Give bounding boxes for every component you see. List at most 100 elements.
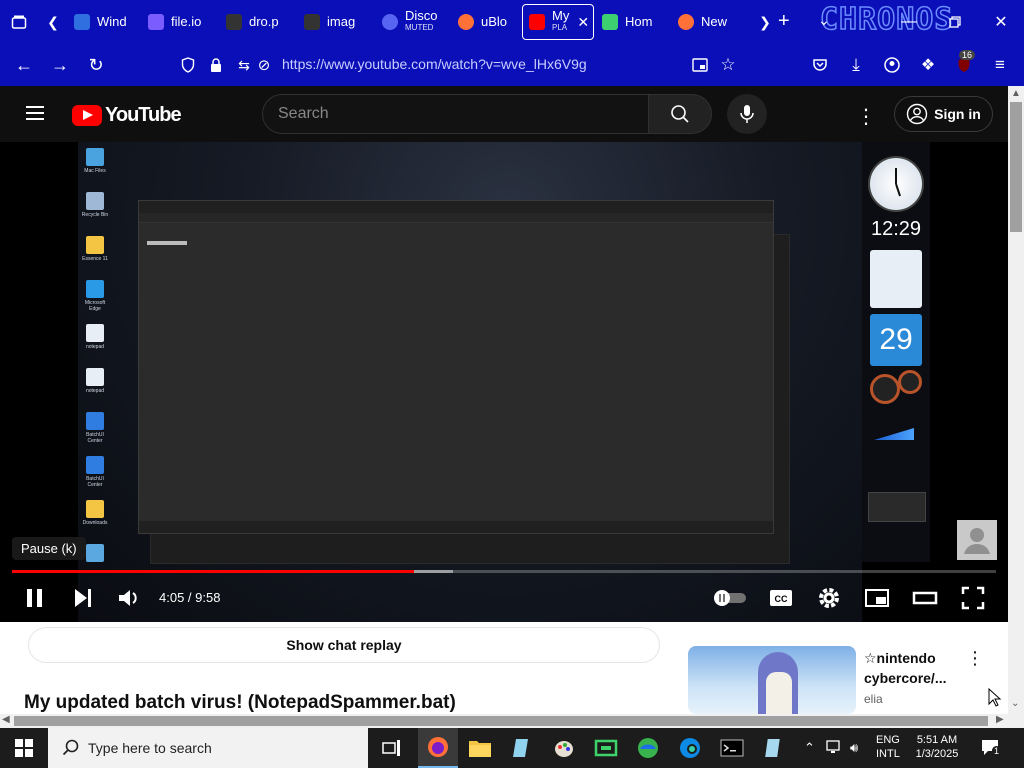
volume-tray-icon[interactable]: 🔊︎: [850, 740, 858, 756]
autoplay-blocked-icon[interactable]: ⊘: [254, 44, 274, 86]
minimize-button[interactable]: —: [886, 0, 932, 44]
microphone-icon: [740, 105, 754, 123]
youtube-logo[interactable]: YouTube: [72, 104, 182, 127]
xbox-game-bar-icon[interactable]: [586, 728, 626, 768]
recommended-channel[interactable]: elia: [864, 692, 883, 706]
scroll-tabs-right-icon[interactable]: ❯: [750, 0, 780, 44]
theater-mode-button[interactable]: [912, 582, 938, 614]
permissions-icon[interactable]: ⇆: [234, 44, 254, 86]
search-input[interactable]: Search: [262, 94, 650, 134]
tab-2[interactable]: file.io: [142, 4, 218, 40]
show-chat-replay-button[interactable]: Show chat replay: [28, 627, 660, 663]
language-indicator[interactable]: ENG INTL: [876, 733, 900, 761]
horizontal-scrollbar[interactable]: ◀ ▶: [0, 714, 1008, 728]
close-window-button[interactable]: ✕: [978, 0, 1024, 44]
file-explorer-icon[interactable]: [460, 728, 500, 768]
scroll-left-icon[interactable]: ◀: [2, 714, 10, 725]
show-hidden-icons-icon[interactable]: ⌃: [804, 740, 815, 756]
fullscreen-button[interactable]: [960, 582, 986, 614]
edge-icon[interactable]: [670, 728, 710, 768]
start-button[interactable]: [4, 728, 44, 768]
notepad-taskbar-icon-2[interactable]: [754, 728, 794, 768]
scroll-down-icon[interactable]: ⌄: [1011, 698, 1019, 709]
autoplay-toggle[interactable]: [712, 582, 748, 614]
captions-button[interactable]: CC: [768, 582, 794, 614]
pause-button[interactable]: [22, 582, 48, 614]
recommended-more-icon[interactable]: ⋮: [966, 648, 984, 669]
desktop-icon: Essence 11: [80, 236, 110, 262]
autoplay-toggle-icon: [714, 590, 746, 606]
progress-bar[interactable]: [12, 570, 996, 573]
svg-text:CC: CC: [775, 594, 788, 604]
recommended-thumbnail[interactable]: [688, 646, 856, 714]
account-icon[interactable]: [880, 44, 904, 86]
picture-in-picture-icon[interactable]: [690, 44, 710, 86]
video-frame-desktop: Mac Files Recycle Bin Essence 11 Microsoft …: [78, 142, 862, 622]
shield-icon[interactable]: [178, 44, 198, 86]
notifications-button[interactable]: 1: [980, 738, 1002, 761]
tab-title-block: dro.p: [249, 15, 279, 28]
notepad-taskbar-icon[interactable]: [502, 728, 542, 768]
tab-5[interactable]: Disco MUTED: [376, 4, 450, 40]
close-tab-icon[interactable]: ✕: [577, 14, 589, 31]
reload-button[interactable]: ↻: [80, 44, 112, 86]
tab-title-block: imag: [327, 15, 355, 28]
video-frame-gadgets: 12:29 29: [862, 142, 930, 562]
tab-4[interactable]: imag: [298, 4, 374, 40]
desktop-icon-glyph: [86, 148, 104, 166]
watch-page: Show chat replay My updated batch virus!…: [0, 622, 1008, 714]
scroll-right-icon[interactable]: ▶: [996, 714, 1004, 725]
forward-button[interactable]: →: [44, 44, 76, 86]
tab-1[interactable]: Wind: [68, 4, 140, 40]
tab-8[interactable]: Hom: [596, 4, 670, 40]
file-io-icon: [148, 14, 164, 30]
guide-menu-icon[interactable]: [24, 102, 48, 126]
vertical-scroll-thumb[interactable]: [1010, 102, 1022, 232]
edge-dev-icon[interactable]: [628, 728, 668, 768]
settings-button[interactable]: [816, 582, 842, 614]
tab-7[interactable]: My PLA ✕: [522, 4, 594, 40]
horizontal-scroll-thumb[interactable]: [14, 716, 988, 726]
extensions-puzzle-icon[interactable]: ❖: [916, 44, 940, 86]
taskbar-search-box[interactable]: Type here to search: [48, 728, 368, 768]
firefox-taskbar-icon[interactable]: [418, 728, 458, 768]
task-view-icon[interactable]: [372, 728, 412, 768]
gadget-clock-icon: [868, 156, 924, 212]
voice-search-button[interactable]: [727, 94, 767, 134]
scroll-tabs-left-icon[interactable]: ❮: [38, 0, 68, 44]
lock-icon[interactable]: [206, 44, 226, 86]
paint-taskbar-icon[interactable]: [544, 728, 584, 768]
desktop-icon-glyph: [86, 456, 104, 474]
recommended-title[interactable]: ☆nintendo cybercore/...: [864, 648, 974, 688]
video-player[interactable]: Mac Files Recycle Bin Essence 11 Microsoft …: [0, 142, 1008, 622]
desktop-icon-glyph: [86, 500, 104, 518]
tab-list-icon[interactable]: [0, 0, 38, 44]
url-bar[interactable]: https://www.youtube.com/watch?v=wve_lHx6…: [282, 56, 587, 72]
sign-in-button[interactable]: Sign in: [894, 96, 993, 132]
search-button[interactable]: [648, 94, 712, 134]
next-button[interactable]: [70, 582, 96, 614]
bookmark-star-icon[interactable]: ☆: [718, 44, 738, 86]
back-button[interactable]: ←: [8, 44, 40, 86]
clock[interactable]: 5:51 AM 1/3/2025: [910, 733, 964, 761]
vertical-scrollbar[interactable]: ▲ ⌄: [1008, 86, 1024, 714]
tab-3[interactable]: dro.p: [220, 4, 296, 40]
settings-more-icon[interactable]: ⋮: [856, 104, 876, 129]
windows-taskbar: Type here to search ⌃ 🔊︎ ENG INTL 5:51 A…: [0, 728, 1024, 768]
restore-button[interactable]: [932, 0, 978, 44]
tab-9[interactable]: New: [672, 4, 748, 40]
tab-overflow-chevron-icon[interactable]: ⌄: [818, 12, 830, 29]
pocket-icon[interactable]: [808, 44, 832, 86]
new-tab-icon[interactable]: +: [778, 10, 790, 33]
downloads-icon[interactable]: ⤓: [844, 44, 868, 86]
language-layout: INTL: [876, 748, 900, 760]
app-menu-icon[interactable]: ≡: [988, 44, 1012, 86]
mute-button[interactable]: [116, 582, 142, 614]
command-prompt-icon[interactable]: [712, 728, 752, 768]
network-icon[interactable]: [826, 739, 844, 758]
desktop-icon-label: Recycle Bin: [81, 212, 109, 218]
miniplayer-button[interactable]: [864, 582, 890, 614]
fullscreen-icon: [961, 586, 985, 610]
tab-6[interactable]: uBlo: [452, 4, 520, 40]
scroll-up-icon[interactable]: ▲: [1011, 88, 1021, 99]
